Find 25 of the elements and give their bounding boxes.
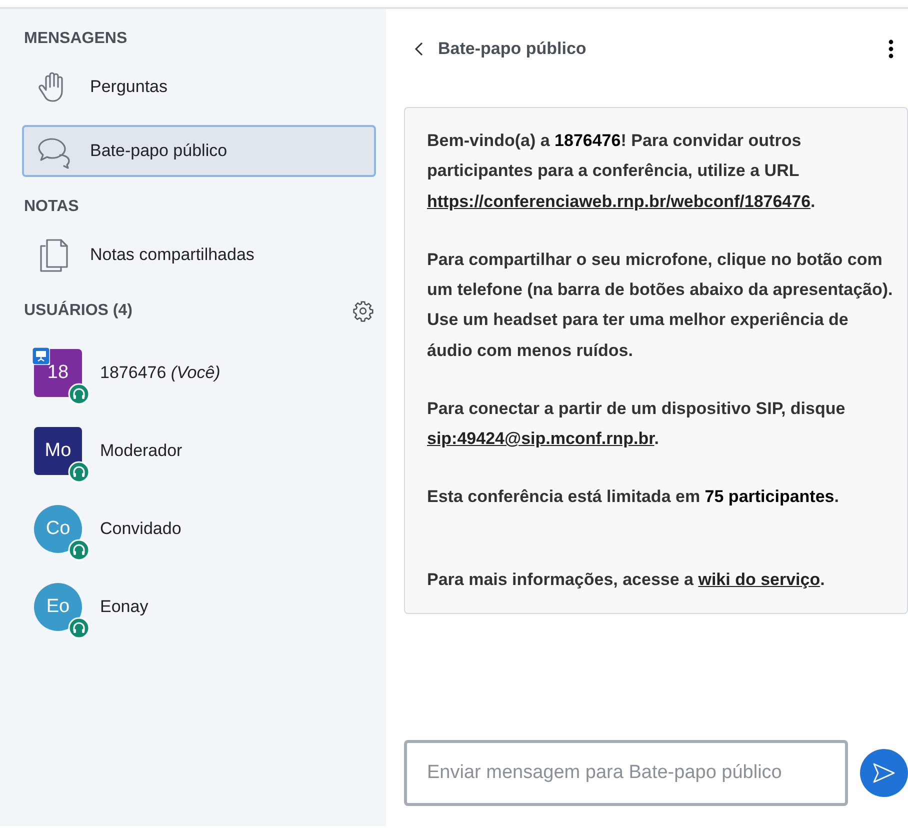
more-options-icon[interactable] <box>888 39 894 59</box>
send-icon <box>872 762 896 784</box>
back-icon[interactable] <box>414 41 424 57</box>
message-input[interactable]: Enviar mensagem para Bate-papo público <box>404 740 848 806</box>
send-button[interactable] <box>860 749 908 797</box>
user-name: Convidado <box>100 518 182 540</box>
chat-title: Bate-papo público <box>438 38 586 60</box>
nav-item[interactable]: Notas compartilhadas <box>22 229 376 281</box>
message-paragraph: Para conectar a partir de um dispositivo SIP, disque sip:49424@sip.mconf.rnp.br. <box>427 398 846 450</box>
user-name: 1876476 (Você) <box>100 362 220 384</box>
settings-icon[interactable] <box>352 300 374 322</box>
user-name: Moderador <box>100 440 182 462</box>
nav-item[interactable]: Bate-papo público <box>22 125 376 177</box>
message-link[interactable]: wiki do serviço <box>698 570 820 588</box>
message-paragraph: Bem-vindo(a) a 1876476! Para convidar outros participantes para a conferência, utilize a URL https://conferenciaweb.rnp.br/webconf/1876476. <box>427 130 816 212</box>
message-paragraph: Esta conferência está limitada em 75 participantes. <box>427 486 840 508</box>
message-link[interactable]: https://conferenciaweb.rnp.br/webconf/1876476 <box>427 192 811 210</box>
user-name: Eonay <box>100 596 148 618</box>
section-title: USUÁRIOS (4) <box>24 300 132 321</box>
message-paragraph: Para mais informações, acesse a wiki do serviço. <box>427 568 826 590</box>
section-title: MENSAGENS <box>24 29 128 49</box>
message-paragraph: Para compartilhar o seu microfone, clique no botão com um telefone (na barra de botões abaixo da apresentação). Use um headset para ter uma melhor experiência de áudio com menos ruídos. <box>427 248 894 362</box>
message-link[interactable]: sip:49424@sip.mconf.rnp.br <box>427 429 654 448</box>
nav-item[interactable]: Perguntas <box>22 61 376 113</box>
section-title: NOTAS <box>24 197 79 217</box>
